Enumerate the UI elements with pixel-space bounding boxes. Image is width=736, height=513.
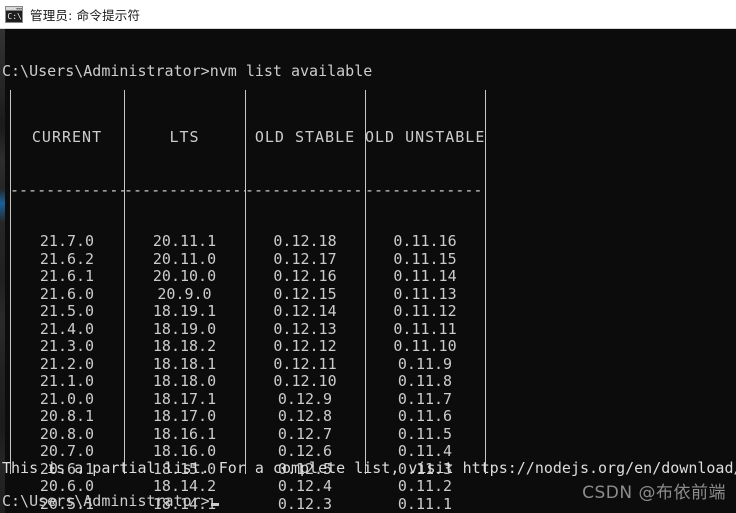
version-cell: 18.19.1	[152, 302, 217, 320]
version-cell: 18.18.0	[152, 372, 217, 390]
column-header-current: CURRENT	[31, 128, 103, 146]
version-cell: 21.2.0	[39, 354, 95, 373]
column-header-old-stable: OLD STABLE	[254, 128, 356, 146]
version-cell: 20.8.1	[39, 407, 95, 425]
version-cell: 0.12.12	[273, 337, 337, 355]
console-surface[interactable]: C:\Users\Administrator>nvm list availabl…	[0, 29, 736, 513]
csdn-watermark: CSDN @布依前端	[582, 483, 726, 503]
version-cell: 21.0.0	[39, 389, 95, 408]
version-cell: 0.11.15	[393, 249, 457, 268]
table-column-old-stable: OLD STABLE -------------- 0.12.18 0.12.17…	[245, 90, 365, 513]
table-border-right	[485, 90, 486, 474]
version-cell: 0.11.11	[393, 319, 457, 338]
prompt-text: C:\Users\Administrator>	[2, 492, 210, 510]
table-column-current: CURRENT -------------- 21.7.0 21.6.2 21.6.…	[10, 90, 124, 513]
version-cell: 0.12.7	[277, 424, 333, 443]
version-cell: 0.11.1	[397, 494, 453, 513]
svg-text:C:\: C:\	[7, 12, 22, 21]
window-title: 管理员: 命令提示符	[30, 7, 141, 23]
version-cell: 0.12.17	[273, 249, 337, 268]
text-cursor	[210, 503, 219, 506]
version-cell: 0.11.6	[397, 407, 453, 425]
version-cell: 0.11.8	[397, 372, 453, 390]
version-cell: 21.5.0	[39, 302, 95, 320]
column-separator-lts: --------------	[124, 184, 245, 197]
version-cell: 0.12.13	[273, 319, 337, 338]
version-cell: 0.12.11	[273, 354, 337, 373]
table-column-old-unstable: OLD UNSTABLE -------------- 0.11.16 0.11.…	[365, 90, 485, 513]
version-cell: 0.12.14	[273, 302, 337, 320]
version-cell: 0.11.13	[393, 284, 457, 303]
version-cell: 0.12.18	[273, 232, 337, 250]
version-cell: 18.16.1	[152, 424, 217, 443]
command-line: C:\Users\Administrator>nvm list availabl…	[2, 62, 373, 80]
version-cell: 0.12.9	[277, 389, 333, 408]
version-cell: 0.12.8	[277, 407, 333, 425]
version-cell: 21.4.0	[39, 319, 95, 338]
column-header-lts: LTS	[169, 128, 200, 146]
version-cell: 20.8.0	[39, 424, 95, 443]
version-cell: 0.11.4	[397, 442, 453, 460]
version-cell: 18.18.2	[152, 337, 217, 355]
version-cell: 0.11.7	[397, 389, 453, 408]
partial-list-note: This is a partial list. For a complete l…	[2, 459, 736, 477]
version-cell: 20.10.0	[152, 267, 217, 285]
version-cell: 21.3.0	[39, 337, 95, 355]
version-cell: 21.6.2	[39, 249, 95, 268]
version-cell: 0.11.14	[393, 267, 457, 285]
background-window-sliver	[0, 29, 5, 513]
version-cell: 20.11.1	[152, 232, 217, 250]
column-header-old-unstable: OLD UNSTABLE	[365, 128, 486, 146]
version-cell: 0.12.10	[273, 372, 337, 390]
version-cell: 0.11.10	[393, 337, 457, 355]
version-cell: 20.11.0	[152, 249, 217, 268]
version-cell: 0.12.15	[273, 284, 337, 303]
table-column-lts: LTS -------------- 20.11.1 20.11.0 20.10.0…	[124, 90, 245, 513]
version-table: CURRENT -------------- 21.7.0 21.6.2 21.6.…	[10, 90, 486, 513]
column-separator-old-unstable: --------------	[365, 184, 485, 197]
column-separator-current: --------------	[10, 184, 124, 197]
column-separator-old-stable: --------------	[245, 184, 365, 197]
version-cell: 0.12.16	[273, 267, 337, 285]
version-cell: 18.19.0	[152, 319, 217, 338]
version-cell: 0.11.9	[397, 354, 453, 373]
version-cell: 0.11.2	[397, 477, 453, 495]
command-prompt-window: C:\ 管理员: 命令提示符 C:\Users\Administrator>nv…	[0, 0, 736, 513]
version-cell: 0.12.4	[277, 477, 333, 495]
shell-prompt-line[interactable]: C:\Users\Administrator>	[2, 492, 219, 510]
version-cell: 21.6.0	[39, 284, 95, 303]
version-cell: 0.12.6	[277, 442, 333, 460]
version-cell: 21.6.1	[39, 267, 95, 285]
version-cell: 18.16.0	[152, 442, 217, 460]
version-cell: 0.12.3	[277, 494, 333, 513]
version-cell: 21.1.0	[39, 372, 95, 390]
console-window-icon: C:\	[5, 5, 23, 23]
version-cell: 0.11.12	[393, 302, 457, 320]
version-cell: 21.7.0	[39, 232, 95, 250]
version-cell: 0.11.5	[397, 424, 453, 443]
version-cell: 18.18.1	[152, 354, 217, 373]
version-cell: 18.17.0	[152, 407, 217, 425]
version-cell: 20.7.0	[39, 442, 95, 460]
window-titlebar[interactable]: C:\ 管理员: 命令提示符	[0, 0, 736, 29]
version-cell: 18.17.1	[152, 389, 217, 408]
version-cell: 0.11.16	[393, 232, 457, 250]
version-cell: 20.9.0	[157, 284, 212, 303]
